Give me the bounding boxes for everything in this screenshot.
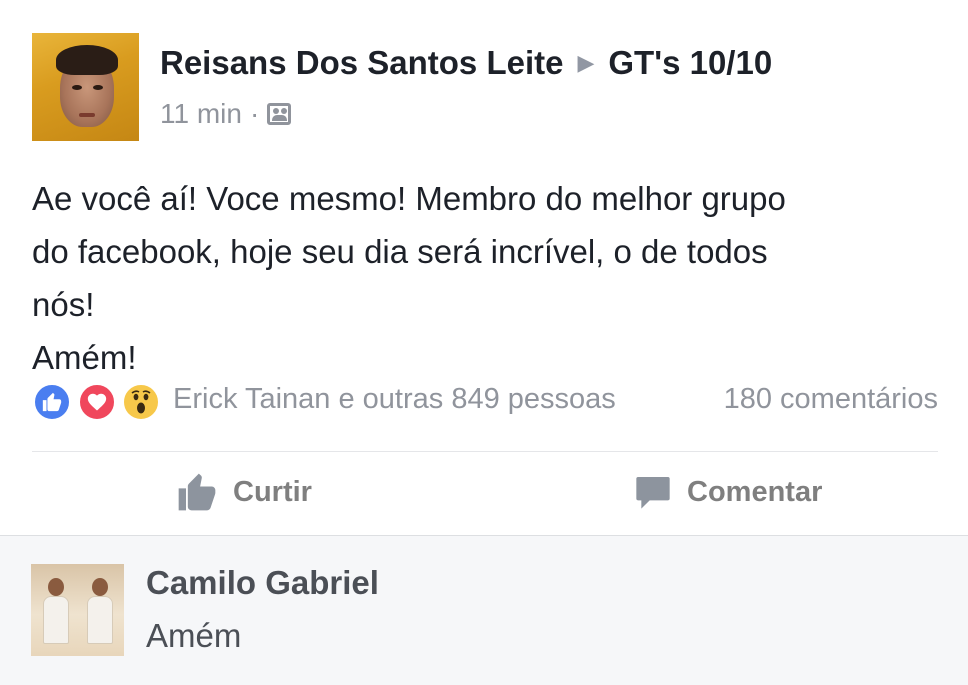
author-avatar[interactable] (32, 33, 139, 141)
reaction-names[interactable]: Erick Tainan e outras 849 pessoas (173, 383, 616, 416)
like-button-label: Curtir (233, 475, 312, 508)
wow-reaction-icon[interactable] (121, 382, 161, 422)
avatar-eye (93, 85, 103, 90)
post-header: Reisans Dos Santos Leite ▶ GT's 10/10 (160, 44, 772, 82)
post-text-line: Amém! (32, 339, 137, 376)
thumbs-up-icon (175, 470, 219, 514)
post-text-line: nós! (32, 286, 95, 323)
avatar-eye (72, 85, 82, 90)
like-button[interactable]: Curtir (175, 468, 312, 516)
commenter-avatar[interactable] (31, 564, 124, 656)
comment-button-label: Comentar (687, 475, 823, 508)
avatar-figure (85, 578, 115, 648)
love-reaction-icon[interactable] (77, 382, 117, 422)
post-meta: 11 min · (160, 98, 292, 130)
comment-button[interactable]: Comentar (633, 468, 822, 516)
comment-author[interactable]: Camilo Gabriel (146, 564, 379, 602)
comments-section (0, 535, 968, 685)
post-text: Ae você aí! Voce mesmo! Membro do melhor… (32, 172, 932, 384)
post-time[interactable]: 11 min (160, 98, 242, 129)
divider (32, 451, 938, 452)
reactions-bar: Erick Tainan e outras 849 pessoas 180 co… (32, 381, 938, 423)
comment-text: Amém (146, 617, 242, 654)
post-card: Reisans Dos Santos Leite ▶ GT's 10/10 11 m… (0, 0, 968, 535)
comments-count[interactable]: 180 comentários (724, 383, 938, 416)
avatar-hair (56, 45, 118, 75)
post-text-line: do facebook, hoje seu dia será incrível,… (32, 233, 768, 270)
avatar-figure (41, 578, 71, 648)
like-reaction-icon[interactable] (32, 382, 72, 422)
post-text-line: Ae você aí! Voce mesmo! Membro do melhor… (32, 180, 786, 217)
avatar-mouth (79, 113, 95, 117)
group-icon (267, 103, 292, 125)
arrow-icon: ▶ (577, 50, 595, 75)
speech-bubble-icon (633, 472, 673, 512)
author-name[interactable]: Reisans Dos Santos Leite (160, 44, 563, 81)
group-name[interactable]: GT's 10/10 (608, 44, 772, 81)
meta-separator: · (249, 98, 260, 129)
